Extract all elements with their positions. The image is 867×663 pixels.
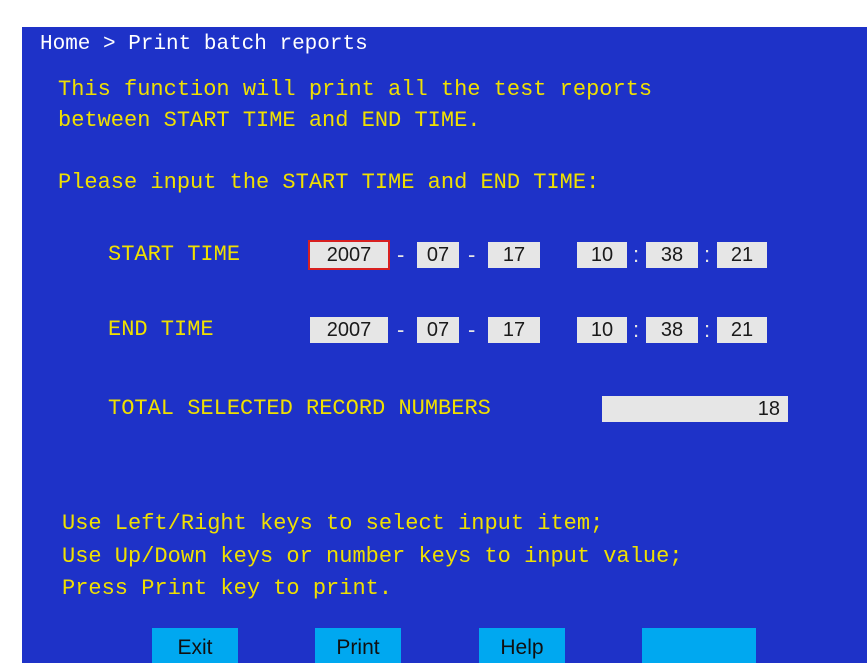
end-time-separator-2: : — [704, 317, 711, 342]
help-button[interactable]: Help — [479, 628, 565, 663]
hint-line-1: Use Left/Right keys to select input item… — [62, 511, 604, 536]
end-time-separator-1: : — [633, 317, 640, 342]
end-date-separator-2: - — [468, 317, 476, 342]
total-records-label: TOTAL SELECTED RECORD NUMBERS — [108, 396, 491, 421]
print-batch-reports-screen: Home > Print batch reports This function… — [22, 27, 867, 663]
start-time-separator-1: : — [633, 242, 640, 267]
start-day-field[interactable]: 17 — [488, 242, 540, 268]
start-time-label: START TIME — [108, 242, 241, 267]
hint-line-2: Use Up/Down keys or number keys to input… — [62, 544, 683, 569]
input-prompt: Please input the START TIME and END TIME… — [58, 170, 600, 195]
start-minute-field[interactable]: 38 — [646, 242, 698, 268]
breadcrumb: Home > Print batch reports — [40, 33, 368, 56]
end-second-field[interactable]: 21 — [717, 317, 767, 343]
breadcrumb-current: Print batch reports — [128, 33, 368, 56]
start-date-separator-1: - — [397, 242, 405, 267]
start-hour-field[interactable]: 10 — [577, 242, 627, 268]
breadcrumb-home[interactable]: Home — [40, 33, 90, 56]
start-year-field[interactable]: 2007 — [308, 240, 390, 270]
start-second-field[interactable]: 21 — [717, 242, 767, 268]
start-time-separator-2: : — [704, 242, 711, 267]
end-year-field[interactable]: 2007 — [310, 317, 388, 343]
end-month-field[interactable]: 07 — [417, 317, 459, 343]
start-date-separator-2: - — [468, 242, 476, 267]
exit-button[interactable]: Exit — [152, 628, 238, 663]
end-date-separator-1: - — [397, 317, 405, 342]
hint-line-3: Press Print key to print. — [62, 576, 393, 601]
breadcrumb-separator: > — [103, 33, 116, 56]
start-month-field[interactable]: 07 — [417, 242, 459, 268]
total-records-value: 18 — [602, 396, 788, 422]
description-line-2: between START TIME and END TIME. — [58, 108, 481, 133]
end-time-label: END TIME — [108, 317, 214, 342]
print-button[interactable]: Print — [315, 628, 401, 663]
end-hour-field[interactable]: 10 — [577, 317, 627, 343]
end-minute-field[interactable]: 38 — [646, 317, 698, 343]
end-day-field[interactable]: 17 — [488, 317, 540, 343]
blank-button[interactable] — [642, 628, 756, 663]
description-line-1: This function will print all the test re… — [58, 77, 653, 102]
